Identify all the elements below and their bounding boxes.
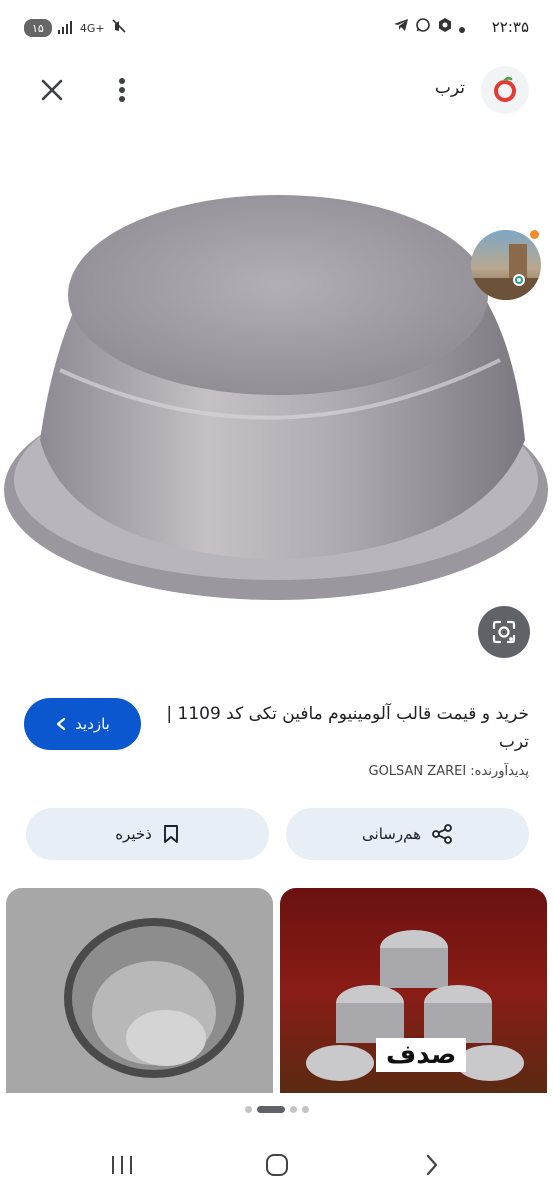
whatsapp-icon [415,17,431,37]
chevron-left-icon [57,717,66,731]
creator-text: پدیدآورنده: GOLSAN ZAREI [368,764,530,779]
page-dot [301,1106,309,1113]
steel-cup-image [64,918,244,1078]
brand-label: صدف [376,1038,467,1072]
system-nav-bar [0,1130,553,1200]
page-dot [244,1106,252,1113]
close-button[interactable] [34,72,70,108]
related-images: صدف [6,888,547,1093]
app-notification-icon [437,17,453,37]
mute-icon [111,18,127,38]
aluminum-muffin-mold-image [4,195,548,600]
save-label: ذخیره [115,825,152,843]
status-left-group: ۱۵ 4G+ [24,18,127,38]
more-vert-icon [119,78,125,102]
telegram-icon [393,17,409,37]
torob-logo-icon [494,76,516,102]
page-dot [289,1106,297,1113]
home-icon [266,1154,288,1176]
back-chevron-icon [426,1154,438,1176]
related-image-steel-cup[interactable] [6,888,273,1093]
share-label: هم‌رسانی [362,825,421,843]
more-options-button[interactable] [108,72,136,108]
site-name[interactable]: ترب [435,78,465,98]
top-app-bar: ترب [0,60,553,120]
signal-icon [57,19,74,38]
status-time: ۲۲:۳۵ [491,18,529,36]
bookmark-icon [163,825,178,843]
recent-apps-button[interactable] [102,1150,142,1180]
visit-label: بازدید [75,715,110,733]
main-image[interactable] [0,130,553,670]
battery-indicator: ۱۵ [24,19,52,37]
status-notification-icons [393,17,465,37]
home-button[interactable] [257,1150,297,1180]
network-type: 4G+ [79,21,105,35]
status-bar: ۱۵ 4G+ ۲۲:۳۵ [0,0,553,58]
related-image-muffin-stack[interactable]: صدف [280,888,547,1093]
google-lens-button[interactable] [478,606,530,658]
site-logo[interactable] [481,66,529,114]
back-button[interactable] [412,1150,452,1180]
notification-dot [530,230,539,239]
pagination-dots [0,1106,553,1113]
share-button[interactable]: هم‌رسانی [286,808,529,860]
page-dot-active [256,1106,285,1113]
avatar-image [471,230,541,300]
google-lens-icon [492,620,516,644]
visit-button[interactable]: بازدید [24,698,141,750]
recent-apps-icon [112,1156,132,1174]
close-icon [41,79,63,101]
share-icon [432,824,452,844]
save-button[interactable]: ذخیره [26,808,269,860]
result-title[interactable]: خرید و قیمت قالب آلومینیوم مافین تکی کد … [159,700,529,756]
dot-indicator-icon [459,18,465,37]
creator-avatar[interactable] [471,230,541,300]
